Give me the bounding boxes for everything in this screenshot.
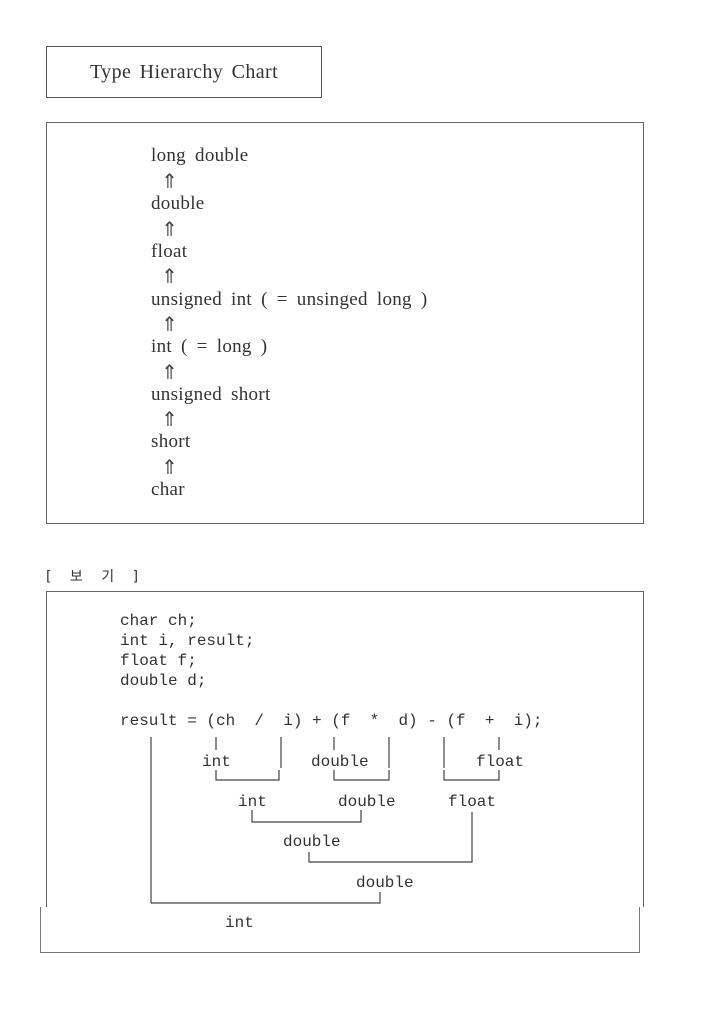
label-float-level2: float <box>448 793 497 811</box>
result-join-line <box>151 892 381 904</box>
label-int-result: int <box>225 914 254 932</box>
f-mul-d-bracket <box>333 770 390 781</box>
label-double-level4: double <box>356 874 414 892</box>
label-double-f-mul-d: double <box>311 753 369 771</box>
ch-div-i-bracket <box>215 770 280 781</box>
label-int-ch-div-i: int <box>202 753 231 771</box>
label-double-level3: double <box>283 833 341 851</box>
label-float-f-add-i: float <box>476 753 525 771</box>
label-double-level2: double <box>338 793 396 811</box>
int-double-bracket <box>251 810 362 823</box>
double-float-bracket <box>308 852 473 863</box>
f-add-i-bracket <box>443 770 500 781</box>
label-int-level2: int <box>238 793 267 811</box>
